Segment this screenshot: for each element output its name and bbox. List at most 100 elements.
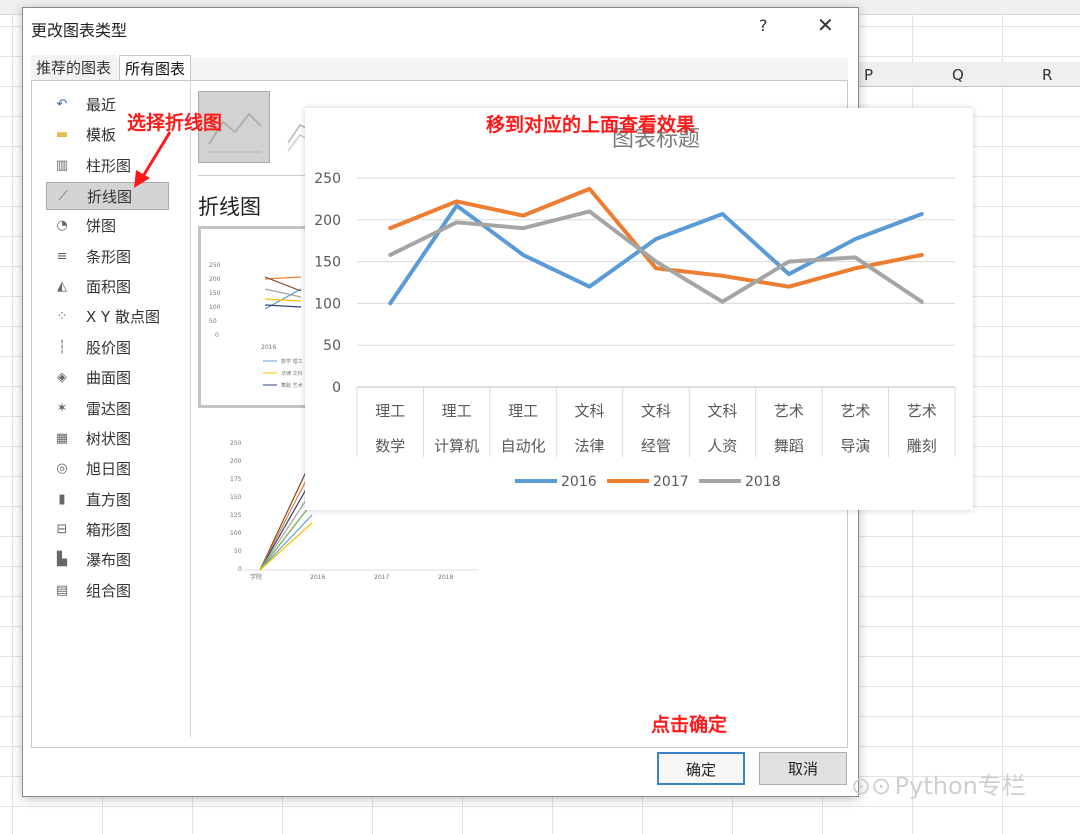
chart-type-label: 直方图	[86, 490, 132, 509]
watermark-text: Python专栏	[894, 772, 1026, 800]
chart-type-label: 折线图	[87, 188, 133, 207]
x-tick-label: 人资	[707, 437, 737, 455]
chart-type-label: 瀑布图	[86, 551, 132, 570]
annotation-arrow-icon	[134, 131, 172, 188]
area-chart-icon: ◭	[57, 279, 67, 295]
dialog-title: 更改图表类型	[31, 21, 128, 40]
chart-type-combo-chart[interactable]: ▤ 组合图	[46, 577, 169, 605]
chart-type-area-chart[interactable]: ◭ 面积图	[46, 273, 169, 301]
dialog-titlebar: 更改图表类型 ? ✕	[23, 8, 858, 46]
svg-text:150: 150	[230, 494, 242, 501]
x-tick-label: 雕刻	[907, 437, 937, 455]
y-tick-label: 100	[314, 296, 341, 312]
y-tick-label: 50	[323, 338, 341, 354]
annotation-click-ok: 点击确定	[651, 714, 728, 736]
chart-type-surface-chart[interactable]: ◈ 曲面图	[46, 364, 169, 392]
svg-text:200: 200	[230, 458, 242, 465]
cancel-button[interactable]: 取消	[759, 752, 847, 785]
x-tick-label-group: 理工	[375, 402, 405, 420]
chart-type-label: 模板	[86, 126, 117, 145]
svg-text:学院: 学院	[250, 573, 262, 581]
column-header-p[interactable]: P	[864, 66, 873, 84]
y-tick-label: 250	[314, 171, 341, 187]
tab-recommended-charts[interactable]: 推荐的图表	[31, 55, 117, 81]
chart-type-pie-chart[interactable]: ◔ 饼图	[46, 212, 169, 240]
series-line-2018	[388, 209, 924, 304]
chart-type-histogram-chart[interactable]: ▮ 直方图	[46, 486, 169, 514]
section-title: 折线图	[198, 195, 261, 219]
x-tick-label-group: 艺术	[840, 402, 870, 420]
chart-type-bar-chart[interactable]: ≡ 条形图	[46, 243, 169, 271]
histogram-chart-icon: ▮	[58, 491, 66, 507]
svg-text:250: 250	[230, 440, 242, 447]
svg-text:200: 200	[209, 276, 221, 283]
chart-type-radar-chart[interactable]: ✶ 雷达图	[46, 395, 169, 423]
column-chart-icon: ▥	[55, 157, 69, 173]
svg-text:100: 100	[209, 304, 221, 311]
column-header-q[interactable]: Q	[952, 66, 964, 84]
chart-type-treemap-chart[interactable]: ▦ 树状图	[46, 425, 169, 453]
surface-chart-icon: ◈	[57, 370, 67, 386]
watermark: ⊙⊙ Python专栏	[851, 766, 1026, 801]
waterfall-chart-icon: ▙	[57, 552, 67, 568]
chart-type-stock-chart[interactable]: ┆ 股价图	[46, 334, 169, 362]
help-button[interactable]: ?	[759, 16, 768, 35]
x-tick-label-group: 艺术	[907, 402, 937, 420]
pie-chart-icon: ◔	[56, 218, 68, 234]
svg-text:175: 175	[230, 476, 242, 483]
svg-text:150: 150	[209, 290, 221, 297]
x-tick-label: 数学	[375, 437, 405, 455]
svg-text:2016: 2016	[310, 574, 325, 581]
column-header-r[interactable]: R	[1042, 66, 1052, 84]
chart-type-sunburst-chart[interactable]: ◎ 旭日图	[46, 455, 169, 483]
x-tick-label: 舞蹈	[774, 437, 804, 455]
svg-text:2016: 2016	[261, 344, 276, 351]
bar-chart-icon: ≡	[56, 248, 68, 264]
svg-text:125: 125	[230, 512, 242, 519]
section-divider	[198, 175, 308, 176]
x-tick-label: 法律	[575, 437, 605, 455]
svg-text:2018: 2018	[438, 574, 453, 581]
chart-type-label: 柱形图	[86, 156, 132, 175]
folder-icon: ▬	[55, 127, 69, 143]
svg-text:50: 50	[234, 548, 242, 555]
sunburst-chart-icon: ◎	[56, 461, 68, 477]
annotation-hover-preview: 移到对应的上面查看效果	[486, 114, 696, 136]
stock-chart-icon: ┆	[58, 339, 66, 355]
chart-preview-thumbnail-1[interactable]: 250 200 150 100 50 0 2016 数学 理工 法律 文科 舞蹈 艺术	[198, 226, 310, 408]
chart-type-label: 饼图	[86, 217, 117, 236]
treemap-chart-icon: ▦	[55, 430, 69, 446]
svg-text:舞蹈 艺术: 舞蹈 艺术	[281, 382, 303, 389]
chart-type-label: 箱形图	[86, 520, 132, 539]
x-tick-label-group: 理工	[442, 402, 472, 420]
chart-type-label: X Y 散点图	[86, 308, 160, 327]
wechat-icon: ⊙⊙	[851, 772, 892, 800]
panel-divider	[190, 81, 191, 737]
chart-type-boxplot-chart[interactable]: ⊟ 箱形图	[46, 516, 169, 544]
x-tick-label: 经管	[641, 437, 671, 455]
x-tick-label-group: 艺术	[774, 402, 804, 420]
line-chart-icon: ⟋	[58, 189, 68, 205]
chart-type-waterfall-chart[interactable]: ▙ 瀑布图	[46, 546, 169, 574]
close-button[interactable]: ✕	[817, 13, 834, 37]
tab-all-charts[interactable]: 所有图表	[119, 55, 192, 82]
svg-text:100: 100	[230, 530, 242, 537]
thumbnail-1-graphic: 250 200 150 100 50 0 2016 数学 理工 法律 文科 舞蹈 艺术	[209, 262, 303, 389]
chart-type-label: 面积图	[86, 278, 132, 297]
combo-chart-icon: ▤	[55, 582, 69, 598]
y-tick-label: 200	[314, 213, 341, 229]
svg-text:法律 文科: 法律 文科	[281, 370, 303, 377]
radar-chart-icon: ✶	[56, 400, 68, 416]
chart-type-scatter-chart[interactable]: ⁘ X Y 散点图	[46, 303, 169, 331]
chart-type-label: 树状图	[86, 429, 132, 448]
x-tick-label-group: 文科	[575, 402, 605, 420]
ok-button[interactable]: 确定	[657, 752, 745, 785]
legend-label-2016: 2016	[561, 474, 597, 490]
legend-label-2017: 2017	[653, 474, 689, 490]
y-tick-label: 0	[332, 380, 341, 396]
chart-preview-popup: 图表标题 0 50 100 150 200 250 理工 数学 理工 计算机 理工 自动化 文科 法律 文科经…	[305, 108, 973, 510]
boxplot-chart-icon: ⊟	[56, 521, 68, 537]
chart-type-label: 最近	[86, 96, 117, 114]
y-tick-label: 150	[314, 255, 341, 271]
svg-text:0: 0	[238, 566, 242, 573]
